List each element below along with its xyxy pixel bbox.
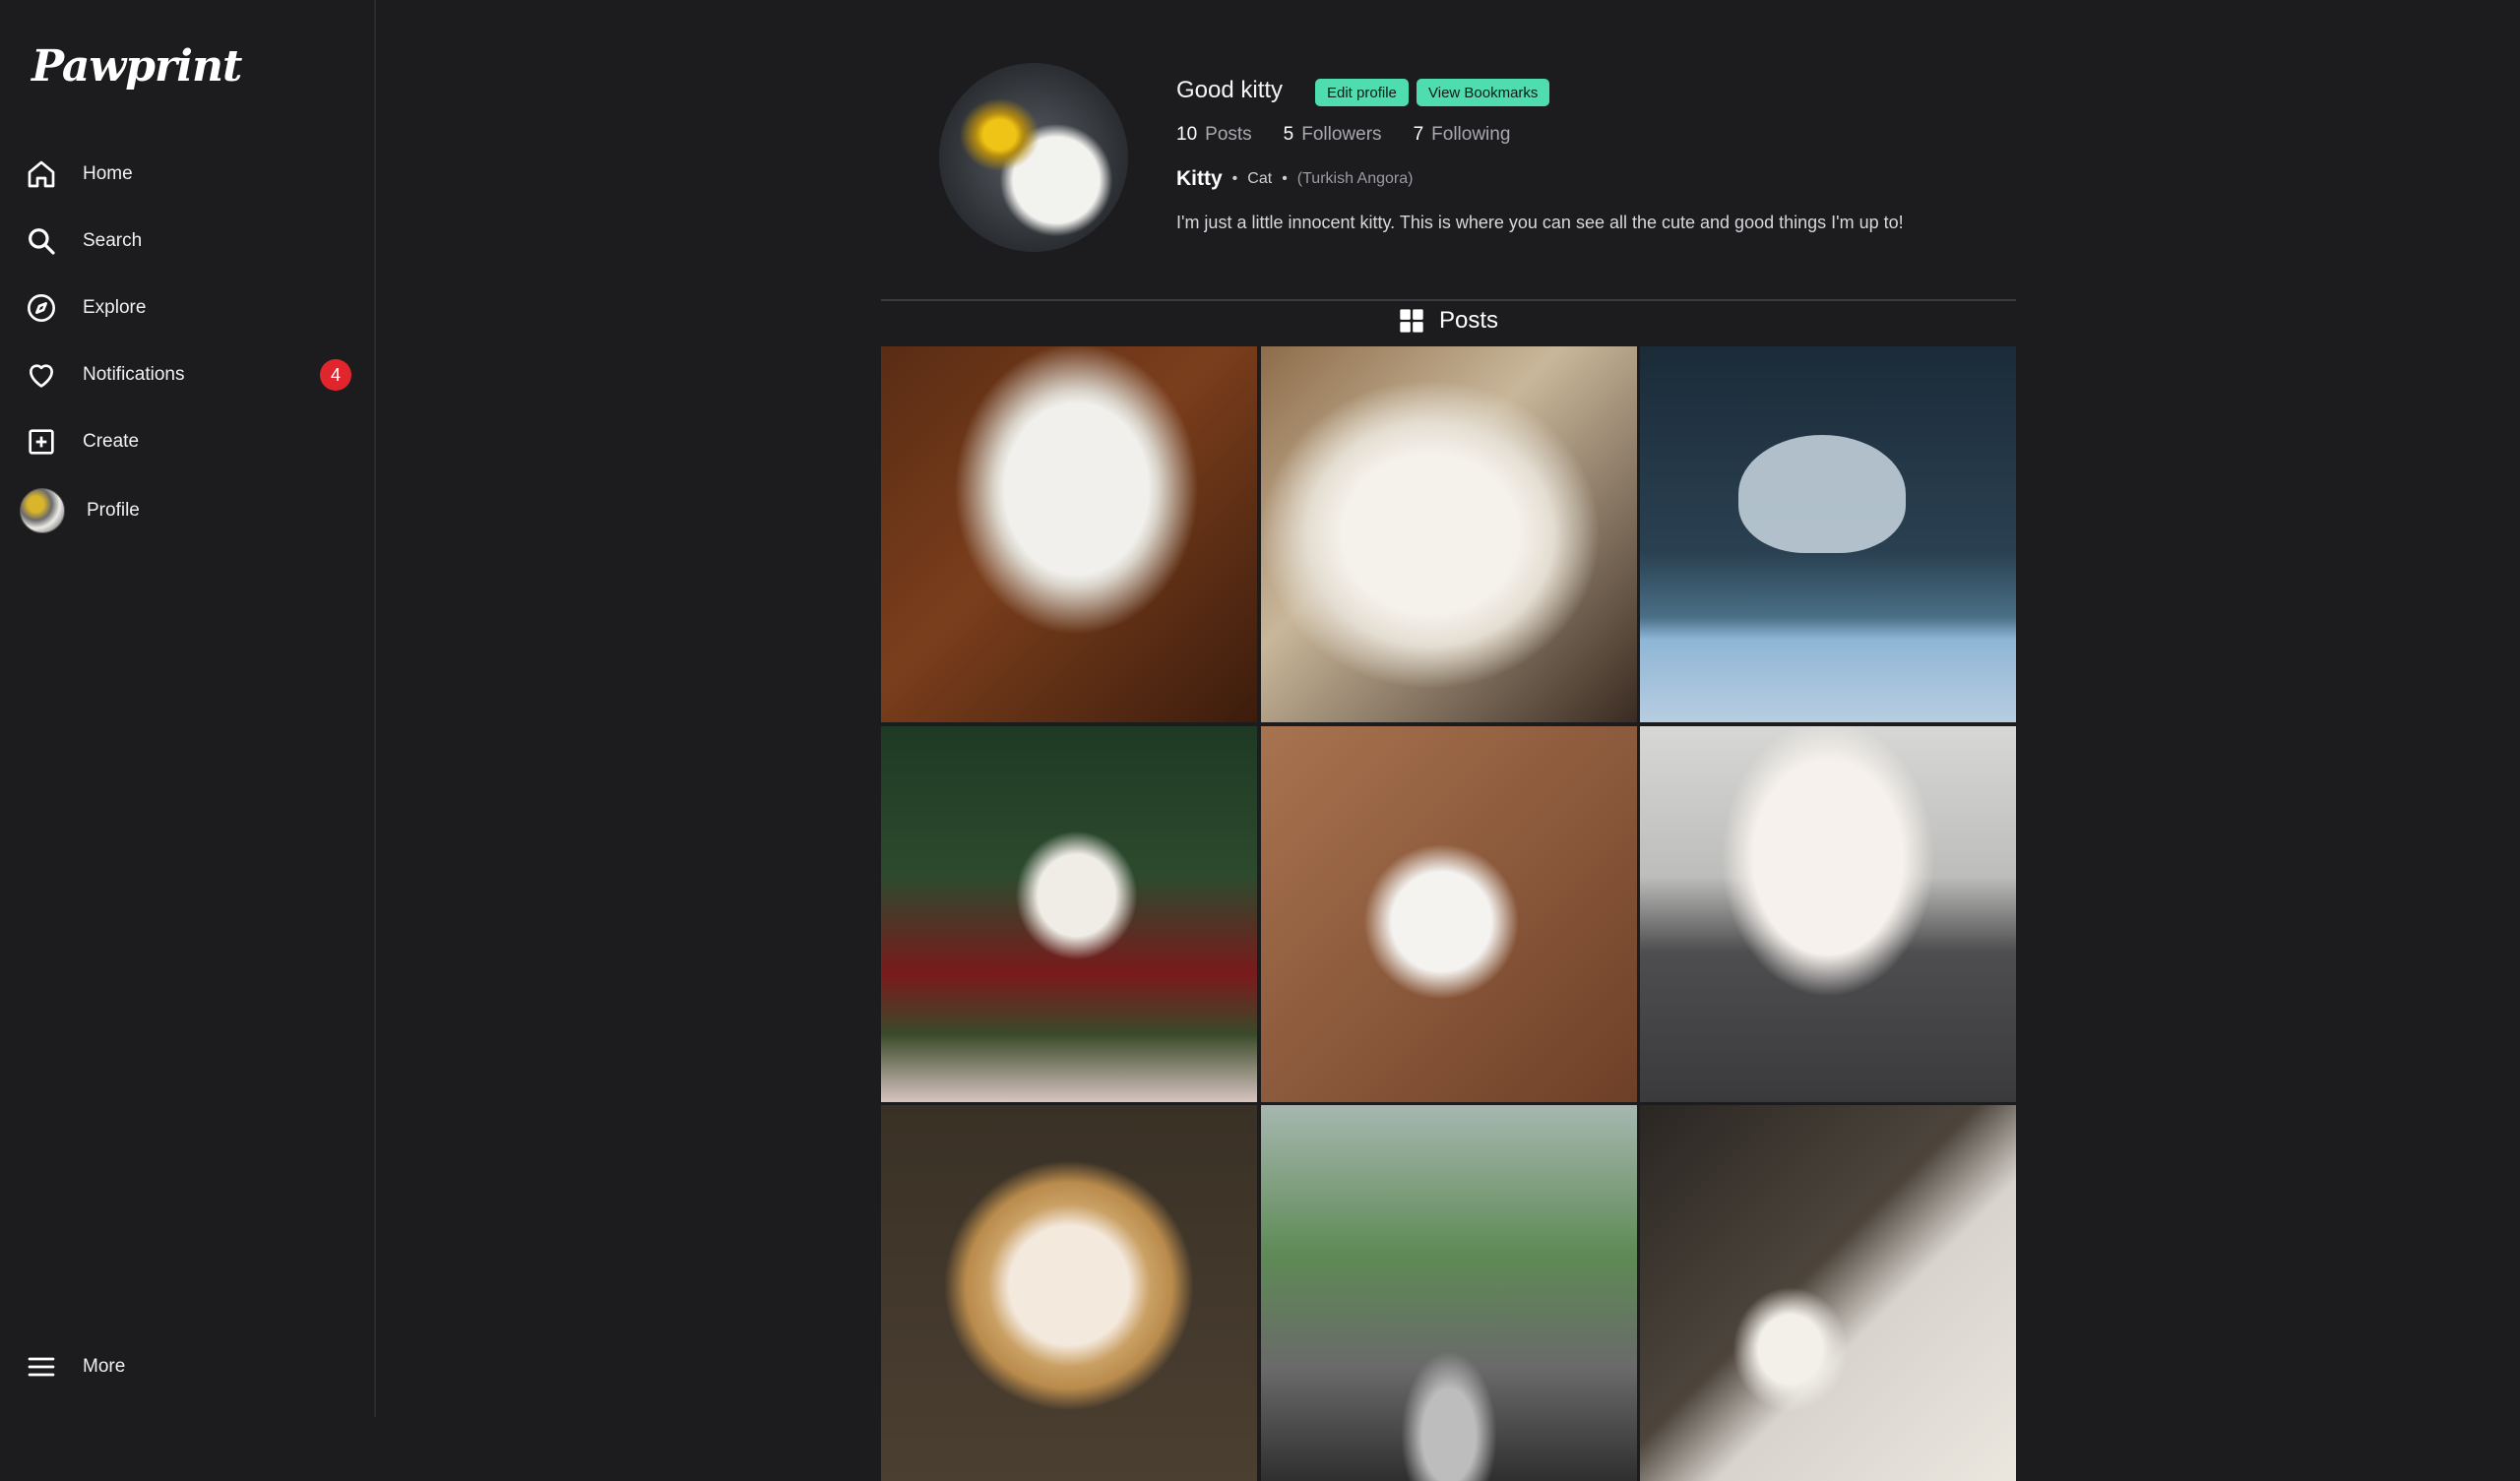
sidebar-item-search[interactable]: Search	[22, 214, 356, 269]
post-thumbnail[interactable]	[1640, 725, 2016, 1102]
sidebar-item-explore[interactable]: Explore	[22, 280, 356, 336]
sidebar-item-create[interactable]: Create	[22, 414, 356, 469]
post-thumbnail[interactable]	[881, 725, 1257, 1102]
view-bookmarks-button[interactable]: View Bookmarks	[1417, 79, 1550, 106]
sidebar-item-more[interactable]: More	[22, 1339, 356, 1394]
post-thumbnail[interactable]	[1260, 725, 1637, 1102]
divider	[881, 299, 2016, 301]
avatar	[20, 488, 65, 533]
sidebar-item-notifications[interactable]: Notifications 4	[22, 347, 356, 402]
sidebar: Pawprint Home Search Explore Notificatio…	[0, 0, 376, 1417]
post-thumbnail[interactable]	[881, 346, 1257, 722]
profile-meta: Kitty • Cat • (Turkish Angora)	[1176, 167, 1413, 191]
stat-followers-count: 5	[1283, 124, 1294, 145]
sidebar-item-label: Profile	[87, 500, 140, 521]
sidebar-item-label: Home	[83, 163, 133, 184]
sidebar-item-label: Search	[83, 230, 143, 251]
stat-followers-label: Followers	[1301, 124, 1382, 145]
grid-icon	[1400, 309, 1423, 333]
profile-avatar[interactable]	[939, 63, 1128, 252]
post-thumbnail[interactable]	[1640, 1105, 2016, 1481]
tab-posts-label: Posts	[1439, 307, 1499, 334]
profile-stats: 10 Posts 5 Followers 7 Following	[1176, 124, 1510, 146]
sidebar-item-label: More	[83, 1356, 126, 1377]
stat-following[interactable]: 7 Following	[1414, 124, 1511, 146]
heart-icon	[22, 355, 61, 395]
stat-posts-count: 10	[1176, 124, 1198, 145]
pet-breed: (Turkish Angora)	[1296, 170, 1414, 187]
profile-username: Good kitty	[1176, 77, 1284, 103]
post-thumbnail[interactable]	[1260, 1105, 1637, 1481]
edit-profile-button[interactable]: Edit profile	[1315, 79, 1409, 106]
sidebar-item-home[interactable]: Home	[22, 147, 356, 202]
posts-grid	[881, 346, 2016, 1481]
stat-posts[interactable]: 10 Posts	[1176, 124, 1252, 146]
plus-square-icon	[22, 422, 61, 462]
post-thumbnail[interactable]	[1640, 346, 2016, 722]
pet-species: Cat	[1247, 170, 1273, 187]
notification-count-badge: 4	[320, 359, 351, 391]
stat-following-count: 7	[1413, 124, 1424, 145]
stat-followers[interactable]: 5 Followers	[1284, 124, 1382, 146]
sidebar-item-profile[interactable]: Profile	[20, 483, 356, 538]
sidebar-item-label: Notifications	[83, 364, 185, 385]
stat-following-label: Following	[1431, 124, 1511, 145]
post-thumbnail[interactable]	[881, 1105, 1257, 1481]
compass-icon	[22, 288, 61, 328]
home-icon	[22, 154, 61, 194]
profile-bio: I'm just a little innocent kitty. This i…	[1176, 213, 1904, 232]
menu-icon	[22, 1347, 61, 1387]
post-thumbnail[interactable]	[1260, 346, 1637, 722]
search-icon	[22, 221, 61, 261]
separator-dot: •	[1231, 170, 1238, 187]
tab-posts[interactable]: Posts	[1398, 307, 1498, 335]
stat-posts-label: Posts	[1205, 124, 1252, 145]
pet-name: Kitty	[1176, 167, 1223, 190]
app-logo[interactable]: Pawprint	[32, 41, 242, 92]
sidebar-item-label: Create	[83, 431, 140, 452]
separator-dot: •	[1282, 170, 1288, 187]
sidebar-item-label: Explore	[83, 297, 147, 318]
